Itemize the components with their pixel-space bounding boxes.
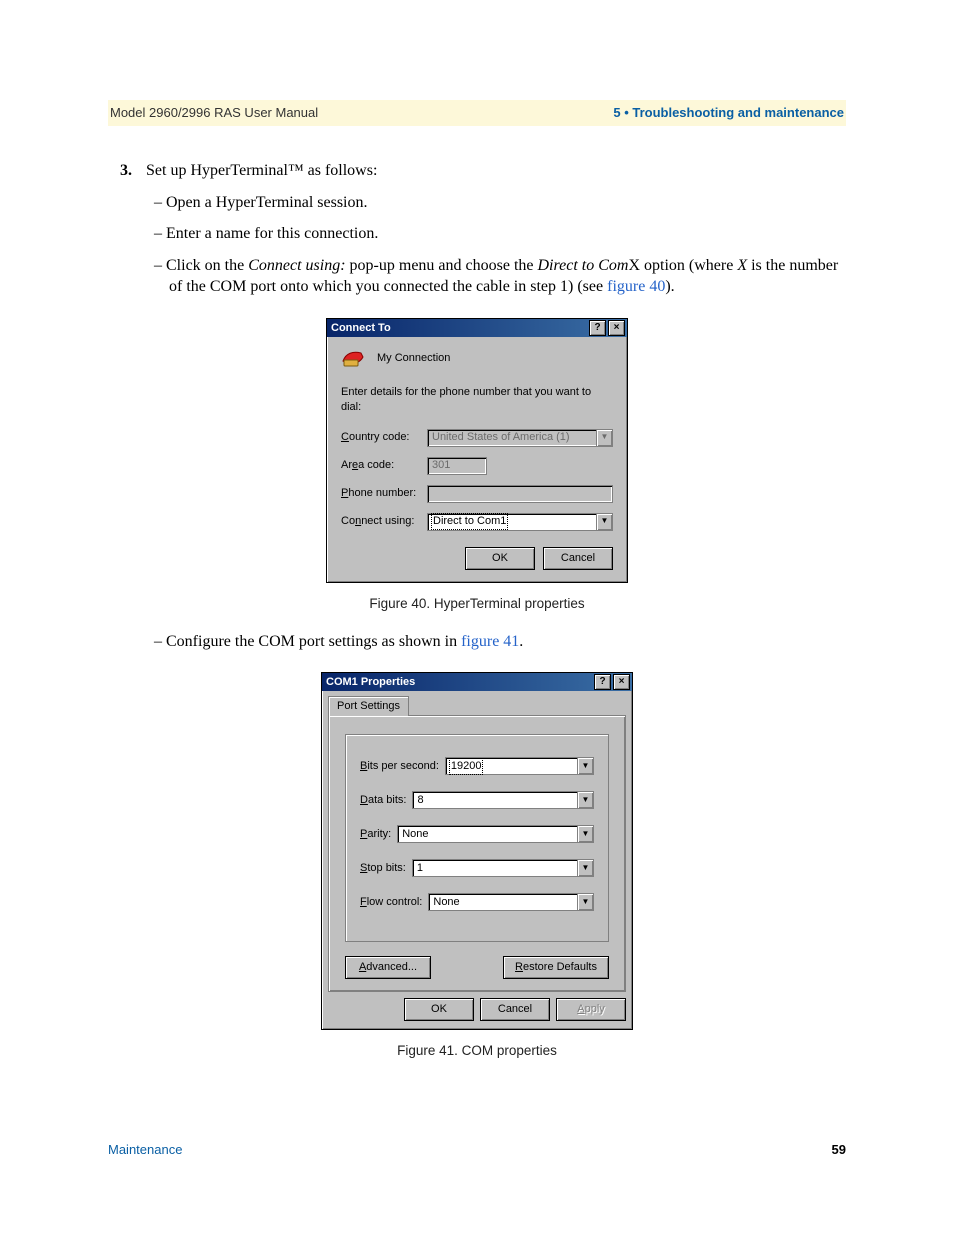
- apply-button[interactable]: Apply: [556, 998, 626, 1021]
- header-right: 5 • Troubleshooting and maintenance: [613, 104, 846, 122]
- flow-control-select[interactable]: None ▼: [428, 893, 594, 911]
- data-bits-select[interactable]: 8 ▼: [412, 791, 594, 809]
- cancel-button[interactable]: Cancel: [543, 547, 613, 570]
- parity-label: Parity:: [360, 827, 391, 842]
- restore-defaults-button[interactable]: Restore Defaults: [503, 956, 609, 979]
- step-text: Set up HyperTerminal™ as follows:: [146, 160, 846, 182]
- close-button[interactable]: ×: [613, 674, 630, 690]
- link-figure-40[interactable]: figure 40: [607, 278, 665, 295]
- dialog-prompt: Enter details for the phone number that …: [341, 385, 613, 415]
- cancel-button[interactable]: Cancel: [480, 998, 550, 1021]
- ok-button[interactable]: OK: [404, 998, 474, 1021]
- chevron-down-icon[interactable]: ▼: [577, 860, 593, 876]
- dialog-title: COM1 Properties: [326, 675, 415, 690]
- flow-control-row: Flow control: None ▼: [360, 893, 594, 911]
- figure-41-caption: Figure 41. COM properties: [397, 1042, 557, 1060]
- advanced-button[interactable]: Advanced...: [345, 956, 431, 979]
- ok-button[interactable]: OK: [465, 547, 535, 570]
- footer-section: Maintenance: [108, 1141, 182, 1175]
- figure-40: Connect To ? × My Connection Enter detai…: [108, 318, 846, 613]
- page: Model 2960/2996 RAS User Manual 5 • Trou…: [0, 0, 954, 1235]
- close-button[interactable]: ×: [608, 320, 625, 336]
- area-code-label: Area code:: [341, 458, 421, 473]
- connection-name: My Connection: [377, 351, 450, 366]
- connect-using-row: Connect using: Direct to Com1 ▼: [341, 513, 613, 531]
- country-code-label: Country code:: [341, 430, 421, 445]
- step-3: 3. Set up HyperTerminal™ as follows:: [108, 160, 846, 182]
- bits-per-second-select[interactable]: 19200 ▼: [445, 757, 594, 775]
- bits-per-second-row: Bits per second: 19200 ▼: [360, 757, 594, 775]
- phone-number-label: Phone number:: [341, 486, 421, 501]
- dialog-com-properties: COM1 Properties ? × Port Settings Bits p…: [321, 672, 633, 1030]
- chevron-down-icon[interactable]: ▼: [577, 758, 593, 774]
- page-footer: Maintenance 59: [108, 1141, 846, 1175]
- area-code-row: Area code: 301: [341, 457, 613, 475]
- link-figure-41[interactable]: figure 41: [461, 633, 519, 650]
- chevron-down-icon[interactable]: ▼: [596, 514, 612, 530]
- footer-page-number: 59: [832, 1141, 846, 1159]
- help-button[interactable]: ?: [589, 320, 606, 336]
- dialog-title: Connect To: [331, 321, 391, 336]
- page-body: 3. Set up HyperTerminal™ as follows: Ope…: [108, 160, 846, 1061]
- country-code-row: Country code: United States of America (…: [341, 429, 613, 447]
- step-sublist: Open a HyperTerminal session. Enter a na…: [154, 192, 846, 298]
- bullet-configure-com: Configure the COM port settings as shown…: [154, 631, 846, 653]
- dialog-connect-to: Connect To ? × My Connection Enter detai…: [326, 318, 628, 583]
- figure-41: COM1 Properties ? × Port Settings Bits p…: [108, 672, 846, 1060]
- bits-per-second-label: Bits per second:: [360, 759, 439, 774]
- phone-number-row: Phone number:: [341, 485, 613, 503]
- chevron-down-icon[interactable]: ▼: [577, 792, 593, 808]
- connect-using-label: Connect using:: [341, 514, 421, 529]
- phone-number-input[interactable]: [427, 485, 613, 503]
- figure-40-caption: Figure 40. HyperTerminal properties: [369, 595, 584, 613]
- parity-row: Parity: None ▼: [360, 825, 594, 843]
- parity-select[interactable]: None ▼: [397, 825, 594, 843]
- stop-bits-select[interactable]: 1 ▼: [412, 859, 594, 877]
- data-bits-row: Data bits: 8 ▼: [360, 791, 594, 809]
- step-number: 3.: [108, 160, 132, 182]
- chevron-down-icon: ▼: [596, 430, 612, 446]
- connect-using-select[interactable]: Direct to Com1 ▼: [427, 513, 613, 531]
- titlebar: Connect To ? ×: [327, 319, 627, 337]
- flow-control-label: Flow control:: [360, 895, 422, 910]
- stop-bits-row: Stop bits: 1 ▼: [360, 859, 594, 877]
- header-left: Model 2960/2996 RAS User Manual: [108, 104, 318, 122]
- page-header: Model 2960/2996 RAS User Manual 5 • Trou…: [108, 100, 846, 126]
- bullet-enter-name: Enter a name for this connection.: [154, 223, 846, 245]
- chevron-down-icon[interactable]: ▼: [577, 826, 593, 842]
- titlebar: COM1 Properties ? ×: [322, 673, 632, 691]
- phone-icon: [341, 347, 367, 369]
- tab-port-settings[interactable]: Port Settings: [328, 696, 409, 716]
- stop-bits-label: Stop bits:: [360, 861, 406, 876]
- data-bits-label: Data bits:: [360, 793, 406, 808]
- area-code-input[interactable]: 301: [427, 457, 487, 475]
- chevron-down-icon[interactable]: ▼: [577, 894, 593, 910]
- help-button[interactable]: ?: [594, 674, 611, 690]
- bullet-connect-using: Click on the Connect using: pop-up menu …: [154, 255, 846, 298]
- country-code-select[interactable]: United States of America (1) ▼: [427, 429, 613, 447]
- bullet-open-session: Open a HyperTerminal session.: [154, 192, 846, 214]
